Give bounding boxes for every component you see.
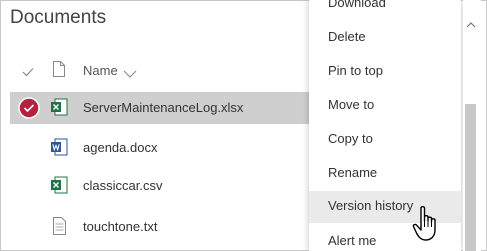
file-row[interactable]: touchtone.txt [10,211,330,243]
excel-file-icon [50,176,68,199]
menu-item-download[interactable]: Download [309,0,461,20]
name-column-header[interactable]: Name [83,63,118,78]
select-all-checkmark-icon[interactable] [22,64,34,82]
hand-pointer-icon [412,205,442,248]
scrollbar-thumb[interactable] [465,104,476,251]
menu-item-rename[interactable]: Rename [309,158,461,190]
file-row[interactable]: ServerMaintenanceLog.xlsx [10,92,330,124]
column-header-row: Name [0,60,330,82]
chevron-down-icon[interactable] [123,65,137,83]
text-file-icon [50,217,68,240]
menu-item-copy-to[interactable]: Copy to [309,124,461,156]
word-file-icon [50,138,68,161]
excel-file-icon [50,98,68,121]
file-row[interactable]: agenda.docx [10,132,330,164]
file-name[interactable]: touchtone.txt [83,219,157,234]
menu-item-delete[interactable]: Delete [309,22,461,54]
file-row[interactable]: classiccar.csv [10,170,330,202]
menu-item-pin-to-top[interactable]: Pin to top [309,56,461,88]
page-title: Documents [10,7,107,28]
selected-check-circle-icon[interactable] [18,97,40,124]
scroll-up-arrow-icon[interactable] [466,15,476,33]
menu-item-move-to[interactable]: Move to [309,90,461,122]
file-name[interactable]: ServerMaintenanceLog.xlsx [83,100,243,115]
file-type-column-icon [53,61,65,82]
file-name[interactable]: agenda.docx [83,140,157,155]
file-name[interactable]: classiccar.csv [83,178,162,193]
